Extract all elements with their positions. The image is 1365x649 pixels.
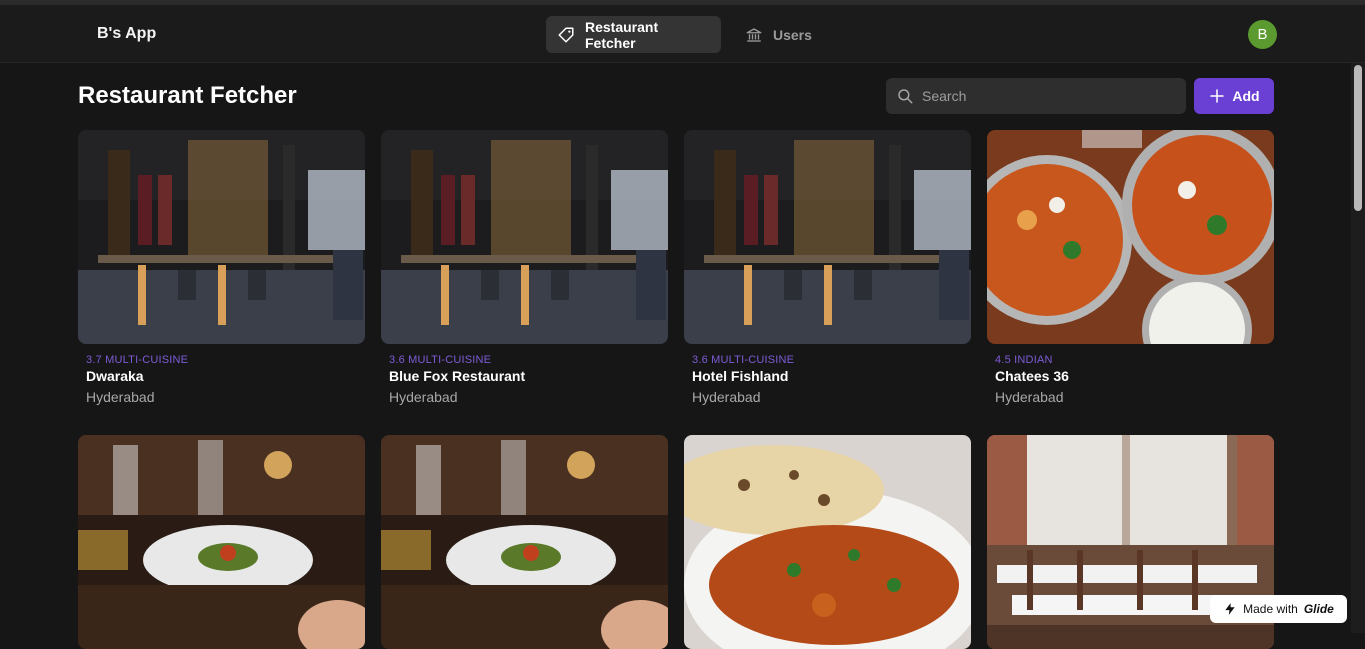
card-tag: 3.6 MULTI-CUISINE	[389, 354, 492, 366]
vertical-scrollbar[interactable]	[1351, 63, 1365, 633]
card-tag: 3.7 MULTI-CUISINE	[86, 354, 189, 366]
card-title: Blue Fox Restaurant	[389, 368, 526, 384]
made-with-glide-badge[interactable]: Made with Glide	[1210, 595, 1347, 623]
restaurant-photo	[381, 435, 668, 649]
restaurant-card[interactable]: 4.5 INDIAN Chatees 36 Hyderabad	[987, 130, 1274, 405]
card-title: Chatees 36	[995, 368, 1069, 384]
page-title: Restaurant Fetcher	[78, 82, 297, 109]
badge-brand: Glide	[1303, 602, 1334, 616]
search-input[interactable]	[922, 88, 1162, 104]
search-icon	[898, 89, 913, 104]
card-subtitle: Hyderabad	[692, 389, 761, 405]
card-subtitle: Hyderabad	[86, 389, 155, 405]
restaurant-photo	[381, 130, 668, 344]
tag-icon	[558, 27, 574, 42]
card-tag: 4.5 INDIAN	[995, 354, 1053, 366]
plus-icon	[1210, 89, 1225, 103]
restaurant-photo	[684, 435, 971, 649]
card-subtitle: Hyderabad	[389, 389, 458, 405]
search-box[interactable]	[886, 78, 1186, 114]
scrollbar-thumb[interactable]	[1354, 65, 1362, 211]
restaurant-photo	[78, 435, 365, 649]
tab-label: Restaurant Fetcher	[585, 18, 659, 51]
restaurant-card[interactable]: 3.6 MULTI-CUISINE Blue Fox Restaurant Hy…	[381, 130, 668, 405]
bank-icon	[746, 27, 762, 42]
restaurant-photo	[684, 130, 971, 344]
restaurant-card[interactable]	[78, 435, 365, 649]
restaurant-photo	[987, 130, 1274, 344]
restaurant-card[interactable]: 3.6 MULTI-CUISINE Hotel Fishland Hyderab…	[684, 130, 971, 405]
app-name[interactable]: B's App	[97, 25, 156, 43]
add-button-label: Add	[1232, 88, 1260, 104]
tab-users[interactable]: Users	[734, 16, 823, 53]
lightning-icon	[1225, 603, 1235, 615]
badge-prefix: Made with	[1243, 602, 1298, 616]
restaurant-card[interactable]	[381, 435, 668, 649]
tab-restaurant-fetcher[interactable]: Restaurant Fetcher	[546, 16, 721, 53]
card-tag: 3.6 MULTI-CUISINE	[692, 354, 795, 366]
card-title: Dwaraka	[86, 368, 144, 384]
tab-label: Users	[773, 26, 812, 43]
add-button[interactable]: Add	[1194, 78, 1274, 114]
restaurant-card[interactable]	[684, 435, 971, 649]
card-title: Hotel Fishland	[692, 368, 789, 384]
top-navbar: B's App Restaurant Fetcher Users B	[0, 5, 1365, 63]
restaurant-card[interactable]: 3.7 MULTI-CUISINE Dwaraka Hyderabad	[78, 130, 365, 405]
card-subtitle: Hyderabad	[995, 389, 1064, 405]
restaurant-photo	[78, 130, 365, 344]
avatar[interactable]: B	[1248, 20, 1277, 49]
